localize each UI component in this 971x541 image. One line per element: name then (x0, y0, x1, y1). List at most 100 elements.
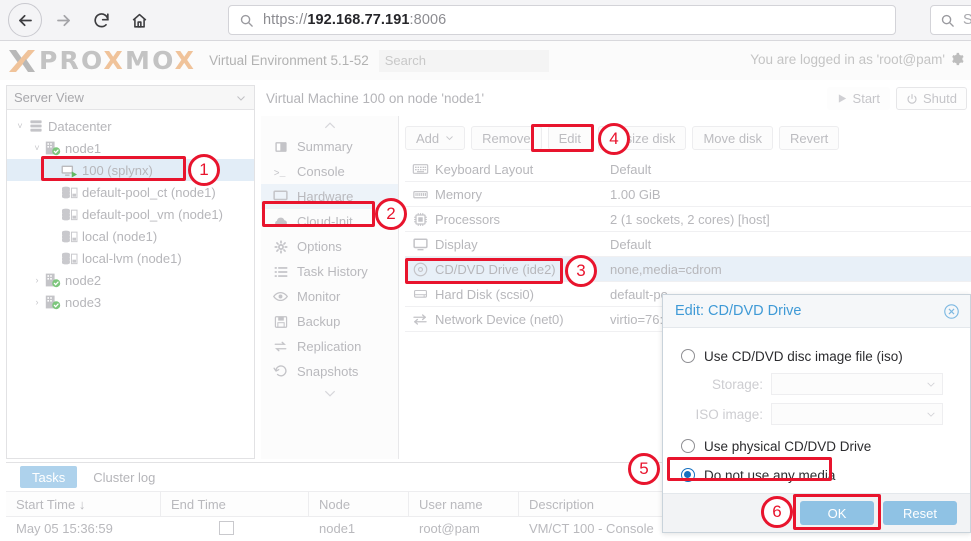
tree-expand-caret[interactable]: › (30, 275, 44, 285)
dialog-header: Edit: CD/DVD Drive (663, 295, 970, 328)
task-running-indicator (219, 521, 234, 535)
chevron-down-icon (927, 412, 935, 417)
nav-item-label: Cloud-Init (297, 214, 353, 229)
server-view-header[interactable]: Server View (7, 86, 254, 110)
tree-item-node2[interactable]: › node2 (7, 269, 254, 291)
server-view-label: Server View (14, 90, 84, 105)
reload-icon (93, 12, 109, 27)
start-button[interactable]: Start (826, 87, 891, 110)
hardware-row[interactable]: Processors 2 (1 sockets, 2 cores) [host] (405, 207, 971, 232)
nav-item-replication[interactable]: Replication (261, 334, 398, 359)
list-icon (273, 265, 288, 279)
iso-select[interactable] (771, 403, 943, 425)
nav-item-console[interactable]: >_ Console (261, 159, 398, 184)
tasks-column-header[interactable]: End Time (161, 491, 309, 517)
tree-item-node3[interactable]: › node3 (7, 291, 254, 313)
tree-item-node1[interactable]: ˅ node1 (7, 137, 254, 159)
cloud-icon (273, 214, 288, 229)
task-node-cell: node1 (319, 520, 356, 536)
nav-item-backup[interactable]: Backup (261, 309, 398, 334)
nav-item-task-history[interactable]: Task History (261, 259, 398, 284)
url-bar[interactable]: https://192.168.77.191:8006 (228, 5, 896, 35)
tree-item-local-node1[interactable]: local (node1) (7, 225, 254, 247)
back-button[interactable] (8, 3, 42, 37)
tree-item-label: default-pool_vm (node1) (82, 206, 223, 222)
tasks-column-header[interactable]: User name (409, 491, 519, 517)
task-end-time-cell (161, 521, 309, 535)
dialog-close-button[interactable] (943, 303, 960, 320)
hardware-row[interactable]: CD/DVD Drive (ide2) none,media=cdrom (405, 257, 971, 282)
network-icon (405, 312, 435, 327)
floppy-icon (274, 315, 287, 328)
ok-button[interactable]: OK (800, 501, 874, 525)
nav-item-label: Snapshots (297, 364, 359, 379)
cd-icon (413, 262, 427, 276)
cpu-icon (405, 212, 435, 227)
tree-expand-caret[interactable]: › (30, 297, 44, 307)
keyboard-icon (405, 162, 435, 176)
annotation-marker-5: 5 (628, 453, 660, 485)
move-disk-button[interactable]: Move disk (692, 126, 773, 150)
tree-item-default-pool-ct-node1[interactable]: default-pool_ct (node1) (7, 181, 254, 203)
tab-tasks[interactable]: Tasks (20, 466, 78, 488)
nav-item-monitor[interactable]: Monitor (261, 284, 398, 309)
browser-search-box[interactable]: Se (930, 5, 971, 35)
tasks-column-header[interactable]: Node (309, 491, 409, 517)
search-icon (941, 14, 954, 27)
radio-use-physical[interactable] (681, 439, 695, 453)
nav-item-label: Console (297, 164, 345, 179)
radio-use-iso[interactable] (681, 349, 695, 363)
nav-item-label: Monitor (297, 289, 341, 304)
forward-button[interactable] (46, 3, 80, 37)
pve-search-input[interactable]: Search (378, 49, 549, 72)
radio-no-media[interactable] (681, 468, 695, 482)
proxmox-wordmark: PROXMOX (39, 46, 196, 75)
revert-button[interactable]: Revert (778, 126, 840, 150)
svg-text:>_: >_ (274, 167, 286, 178)
display-icon (412, 238, 428, 250)
option-iso-row[interactable]: Use CD/DVD disc image file (iso) (663, 343, 970, 369)
hardware-row-value: 2 (1 sockets, 2 cores) [host] (610, 211, 770, 227)
hardware-row[interactable]: Memory 1.00 GiB (405, 182, 971, 207)
nav-item-snapshots[interactable]: Snapshots (261, 359, 398, 384)
reload-button[interactable] (84, 3, 118, 37)
dialog-footer: OK Reset (663, 493, 970, 532)
shutdown-button[interactable]: Shutd (896, 87, 967, 110)
hardware-row-value: 1.00 GiB (610, 186, 661, 202)
option-none-label: Do not use any media (704, 467, 836, 483)
option-physical-row[interactable]: Use physical CD/DVD Drive (663, 433, 970, 459)
remove-button[interactable]: Remove (471, 126, 542, 150)
tab-cluster-log[interactable]: Cluster log (81, 466, 167, 488)
hardware-row[interactable]: Display Default (405, 232, 971, 257)
floppy-icon (273, 315, 288, 329)
nav-item-options[interactable]: Options (261, 234, 398, 259)
nav-item-label: Options (297, 239, 342, 254)
tree-item-label: node1 (65, 140, 102, 156)
iso-label: ISO image: (695, 406, 763, 422)
home-button[interactable] (122, 3, 156, 37)
move-disk-button-label: Move disk (703, 130, 762, 146)
storage-select[interactable] (771, 373, 943, 395)
app-root: https://192.168.77.191:8006 Se PROXMOX V… (0, 0, 971, 541)
tree-item-label: node2 (65, 272, 102, 288)
settings-button[interactable] (950, 52, 964, 71)
tree-expand-caret[interactable]: ˅ (30, 143, 44, 153)
tasks-column-header[interactable]: Start Time ↓ (6, 491, 161, 517)
nav-item-summary[interactable]: Summary (261, 134, 398, 159)
add-button[interactable]: Add (405, 126, 466, 150)
tree-item-label: local-lvm (node1) (82, 250, 182, 266)
reset-button[interactable]: Reset (883, 501, 957, 525)
option-none-row[interactable]: Do not use any media (663, 462, 970, 488)
hardware-row[interactable]: Keyboard Layout Default (405, 157, 971, 182)
eye-icon (273, 289, 288, 304)
tree-item-default-pool-vm-node1[interactable]: default-pool_vm (node1) (7, 203, 254, 225)
hardware-icon (273, 190, 288, 203)
tree-item-label: 100 (splynx) (82, 162, 153, 178)
tree-item-datacenter[interactable]: ˅ Datacenter (7, 115, 254, 137)
storage-icon (62, 252, 78, 264)
nav-scroll-up[interactable] (261, 116, 398, 134)
edit-button[interactable]: Edit (547, 126, 592, 150)
nav-scroll-down[interactable] (261, 384, 398, 402)
tree-item-local-lvm-node1[interactable]: local-lvm (node1) (7, 247, 254, 269)
tree-expand-caret[interactable]: ˅ (13, 121, 27, 131)
